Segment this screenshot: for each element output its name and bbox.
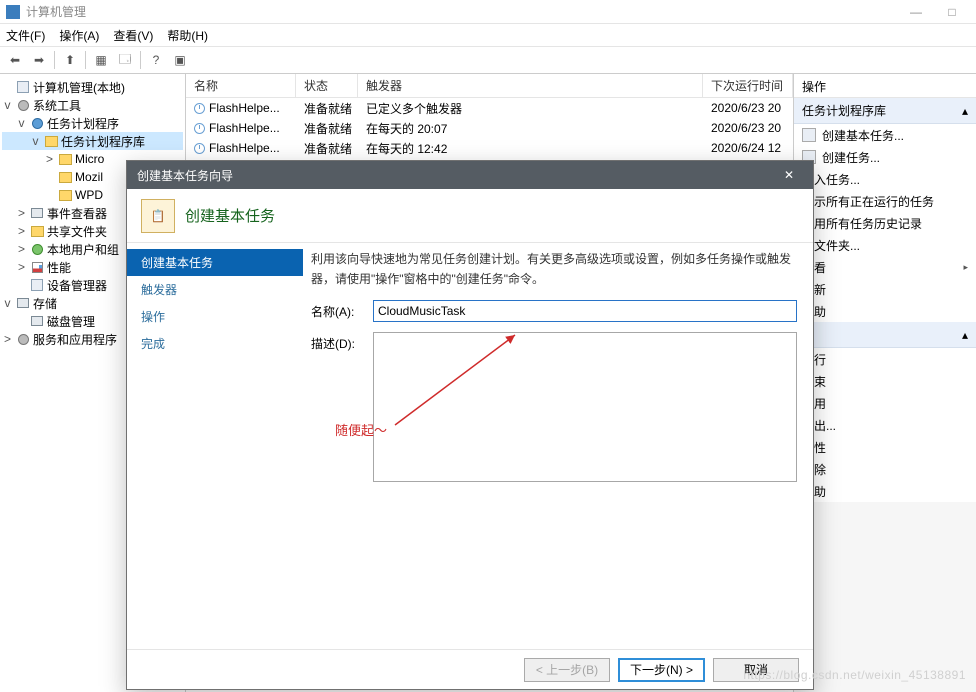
action-import-task[interactable]: 导入任务... — [794, 168, 976, 190]
menubar: 文件(F) 操作(A) 查看(V) 帮助(H) — [0, 24, 976, 46]
tree-storage[interactable]: 存储 — [33, 295, 57, 312]
wizard-step-action[interactable]: 操作 — [127, 303, 303, 330]
menu-help[interactable]: 帮助(H) — [167, 27, 208, 44]
desc-label: 描述(D): — [311, 332, 373, 352]
tree-local-users[interactable]: 本地用户和组 — [47, 241, 119, 258]
titlebar: 计算机管理 ― □ — [0, 0, 976, 24]
wizard-header: 📋 创建基本任务 — [127, 189, 813, 243]
table-row[interactable]: FlashHelpe... 准备就绪 在每天的 20:07 2020/6/23 … — [186, 118, 793, 138]
action-properties[interactable]: 属性 — [794, 436, 976, 458]
action-view[interactable]: 查看 — [794, 256, 976, 278]
col-trigger[interactable]: 触发器 — [358, 74, 703, 97]
next-button[interactable]: 下一步(N) > — [618, 658, 705, 682]
watermark: https://blog.csdn.net/weixin_45138891 — [743, 668, 966, 682]
minimize-button[interactable]: ― — [898, 3, 934, 21]
toolbar: ⬅ ➡ ⬆ ▦ 🗔 ? ▣ — [0, 46, 976, 74]
grid-header: 名称 状态 触发器 下次运行时间 — [186, 74, 793, 98]
action-help[interactable]: 帮助 — [794, 300, 976, 322]
col-next[interactable]: 下次运行时间 — [703, 74, 793, 97]
menu-file[interactable]: 文件(F) — [6, 27, 45, 44]
action-create-task[interactable]: 创建任务... — [794, 146, 976, 168]
wizard-step-trigger[interactable]: 触发器 — [127, 276, 303, 303]
actions-pane: 操作 任务计划程序库▴ 创建基本任务... 创建任务... 导入任务... 显示… — [794, 74, 976, 692]
wizard-step-finish[interactable]: 完成 — [127, 330, 303, 357]
col-name[interactable]: 名称 — [186, 74, 296, 97]
action-refresh[interactable]: 刷新 — [794, 278, 976, 300]
menu-action[interactable]: 操作(A) — [59, 27, 99, 44]
close-button[interactable]: ✕ — [775, 161, 803, 189]
tree-device-manager[interactable]: 设备管理器 — [47, 277, 107, 294]
actions-section-item[interactable]: 项▴ — [794, 322, 976, 348]
name-input[interactable] — [373, 300, 797, 322]
collapse-icon: ▴ — [962, 104, 968, 118]
action-help-2[interactable]: 帮助 — [794, 480, 976, 502]
action-delete[interactable]: 删除 — [794, 458, 976, 480]
maximize-button[interactable]: □ — [934, 3, 970, 21]
tree-task-scheduler[interactable]: 任务计划程序 — [47, 115, 119, 132]
wizard-nav: 创建基本任务 触发器 操作 完成 — [127, 243, 303, 649]
app-icon — [6, 5, 20, 19]
tree-performance[interactable]: 性能 — [47, 259, 71, 276]
wizard-icon: 📋 — [141, 199, 175, 233]
create-basic-task-wizard: 创建基本任务向导 ✕ 📋 创建基本任务 创建基本任务 触发器 操作 完成 利用该… — [126, 160, 814, 690]
actions-section-library[interactable]: 任务计划程序库▴ — [794, 98, 976, 124]
task-icon — [194, 103, 205, 114]
collapse-icon: ▴ — [962, 328, 968, 342]
forward-button[interactable]: ➡ — [28, 49, 50, 71]
back-button[interactable]: ⬅ — [4, 49, 26, 71]
tree-services-apps[interactable]: 服务和应用程序 — [33, 331, 117, 348]
wizard-intro: 利用该向导快速地为常见任务创建计划。有关更多高级选项或设置，例如多任务操作或触发… — [311, 249, 797, 290]
name-label: 名称(A): — [311, 300, 373, 320]
tree-microsoft[interactable]: Micro — [75, 152, 104, 166]
annotation-text: 随便起～ — [335, 420, 387, 439]
properties-button[interactable]: 🗔 — [114, 49, 136, 71]
wizard-step-basic[interactable]: 创建基本任务 — [127, 249, 303, 276]
tree-task-library[interactable]: 任务计划程序库 — [61, 133, 145, 150]
prev-button: < 上一步(B) — [524, 658, 610, 682]
col-state[interactable]: 状态 — [296, 74, 358, 97]
wizard-title: 创建基本任务向导 — [137, 167, 233, 184]
task-icon — [194, 143, 205, 154]
table-row[interactable]: FlashHelpe... 准备就绪 已定义多个触发器 2020/6/23 20 — [186, 98, 793, 118]
task-icon — [194, 123, 205, 134]
wizard-heading: 创建基本任务 — [185, 205, 275, 226]
wizard-form: 利用该向导快速地为常见任务创建计划。有关更多高级选项或设置，例如多任务操作或触发… — [303, 243, 813, 649]
tree-mozilla[interactable]: Mozil — [75, 170, 103, 184]
action-export[interactable]: 导出... — [794, 414, 976, 436]
tree-root[interactable]: 计算机管理(本地) — [33, 79, 125, 96]
tree-system-tools[interactable]: 系统工具 — [33, 97, 81, 114]
window-title: 计算机管理 — [26, 3, 86, 20]
refresh-button[interactable]: ▣ — [169, 49, 191, 71]
menu-view[interactable]: 查看(V) — [113, 27, 153, 44]
tree-disk-mgmt[interactable]: 磁盘管理 — [47, 313, 95, 330]
action-show-running[interactable]: 显示所有正在运行的任务 — [794, 190, 976, 212]
help-button[interactable]: ? — [145, 49, 167, 71]
tree-shared-folders[interactable]: 共享文件夹 — [47, 223, 107, 240]
action-run[interactable]: 运行 — [794, 348, 976, 370]
table-row[interactable]: FlashHelpe... 准备就绪 在每天的 12:42 2020/6/24 … — [186, 138, 793, 158]
action-new-folder[interactable]: 新文件夹... — [794, 234, 976, 256]
action-create-basic-task[interactable]: 创建基本任务... — [794, 124, 976, 146]
wizard-icon — [802, 128, 816, 142]
show-hide-button[interactable]: ▦ — [90, 49, 112, 71]
tree-event-viewer[interactable]: 事件查看器 — [47, 205, 107, 222]
desc-input[interactable] — [373, 332, 797, 482]
up-button[interactable]: ⬆ — [59, 49, 81, 71]
action-disable[interactable]: 禁用 — [794, 392, 976, 414]
tree-wpd[interactable]: WPD — [75, 188, 103, 202]
actions-header: 操作 — [794, 74, 976, 98]
action-end[interactable]: 结束 — [794, 370, 976, 392]
action-enable-history[interactable]: 启用所有任务历史记录 — [794, 212, 976, 234]
wizard-titlebar[interactable]: 创建基本任务向导 ✕ — [127, 161, 813, 189]
wizard-footer: < 上一步(B) 下一步(N) > 取消 — [127, 649, 813, 689]
